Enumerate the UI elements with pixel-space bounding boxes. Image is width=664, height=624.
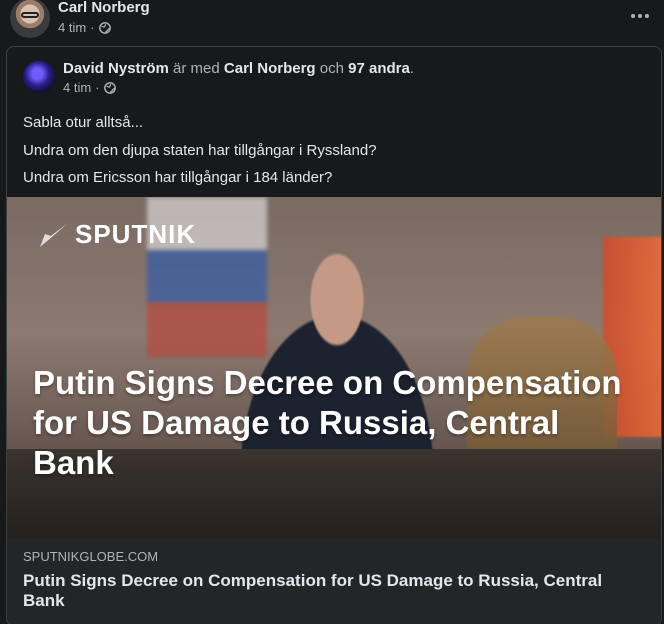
others-link[interactable]: 97 andra [348, 60, 410, 77]
avatar[interactable] [23, 61, 55, 93]
post-header: Carl Norberg 4 tim · [10, 0, 150, 40]
meta-separator: · [90, 20, 95, 35]
link-title[interactable]: Putin Signs Decree on Compensation for U… [23, 571, 623, 611]
and-text: och [319, 60, 344, 77]
link-footer[interactable]: SPUTNIKGLOBE.COM Putin Signs Decree on C… [7, 539, 661, 624]
post-time[interactable]: 4 tim [58, 21, 86, 35]
post-time[interactable]: 4 tim [63, 81, 91, 95]
feed-post: Carl Norberg 4 tim · David Nyström är me… [0, 0, 664, 624]
post-text: Sabla otur alltså... Undra om den djupa … [23, 113, 377, 196]
link-domain: SPUTNIKGLOBE.COM [23, 549, 159, 564]
avatar[interactable] [10, 0, 50, 38]
post-meta: Carl Norberg 4 tim · [58, 0, 150, 35]
post-text-line: Undra om den djupa staten har tillgångar… [23, 141, 377, 159]
link-preview-image[interactable]: SPUTNIK Putin Signs Decree on Compensati… [7, 197, 661, 539]
shared-post-card: David Nyström är med Carl Norberg och 97… [6, 46, 662, 624]
shared-post-meta-row: 4 tim · [63, 81, 414, 95]
shared-post-title: David Nyström är med Carl Norberg och 97… [63, 60, 414, 78]
author-name[interactable]: Carl Norberg [58, 0, 150, 16]
globe-icon[interactable] [103, 82, 116, 94]
meta-separator: · [95, 80, 100, 95]
brand-name: SPUTNIK [75, 219, 197, 249]
tagged-user[interactable]: Carl Norberg [224, 60, 316, 77]
more-options-button[interactable] [630, 6, 650, 26]
period: . [409, 60, 414, 77]
globe-icon[interactable] [98, 22, 111, 34]
post-text-line: Undra om Ericsson har tillgångar i 184 l… [23, 169, 333, 186]
with-text: är med [173, 60, 220, 77]
image-headline: Putin Signs Decree on Compensation for U… [33, 364, 622, 481]
shared-author-name[interactable]: David Nyström [63, 60, 169, 77]
sputnik-logo: SPUTNIK [39, 219, 196, 250]
shared-post-meta: David Nyström är med Carl Norberg och 97… [63, 60, 414, 95]
post-text-line: Sabla otur alltså... [23, 114, 144, 131]
shared-post-header: David Nyström är med Carl Norberg och 97… [23, 60, 414, 95]
post-meta-row: 4 tim · [58, 21, 150, 35]
